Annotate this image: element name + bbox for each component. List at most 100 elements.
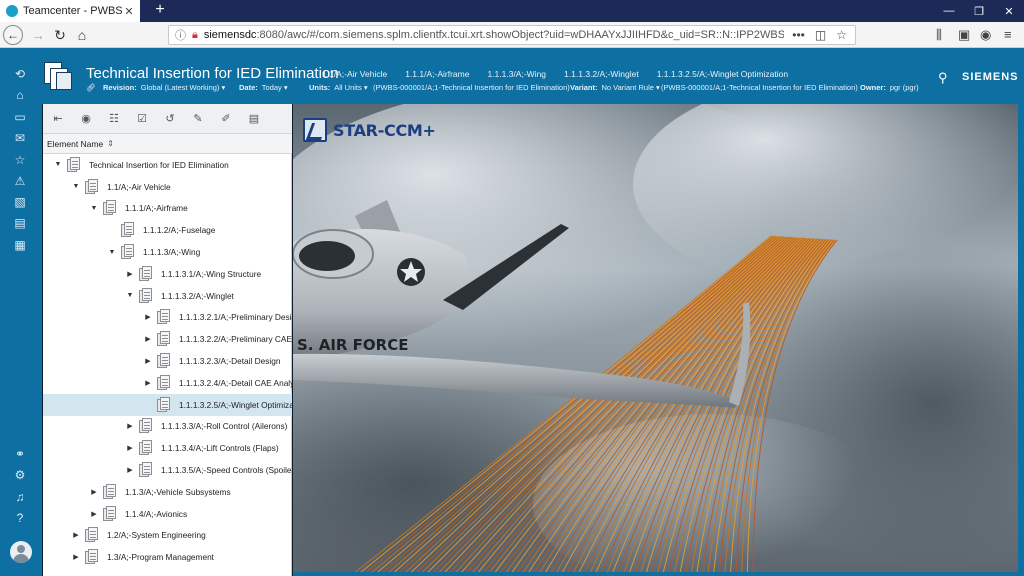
variant-label: Variant:	[570, 83, 598, 92]
tree-row[interactable]: ▶ 1.1.1.3.2.4/A;-Detail CAE Analysis	[43, 372, 292, 394]
teamcenter-favicon-icon	[6, 5, 18, 17]
new-tab-button[interactable]: +	[150, 1, 170, 19]
breadcrumb-item-winglet[interactable]: 1.1.1.3.2/A;-Winglet	[564, 69, 639, 79]
date-selector[interactable]: Date: Today ▾	[239, 83, 288, 92]
account-icon[interactable]: ◉	[980, 27, 991, 43]
collapse-chevron-icon[interactable]: ▼	[89, 205, 99, 212]
breadcrumb-item-winglet-optimization[interactable]: 1.1.1.3.2.5/A;-Winglet Optimization	[657, 69, 788, 79]
restore-window-button[interactable]: ❐	[964, 0, 994, 22]
column-header-element-name[interactable]: Element Name ⇕	[43, 134, 292, 154]
work-element-icon	[139, 462, 153, 478]
expand-chevron-icon[interactable]: ▶	[143, 335, 153, 343]
home-icon[interactable]: ⌂	[12, 87, 28, 103]
help-icon[interactable]: ?	[12, 510, 28, 526]
markup-icon[interactable]: ✐	[219, 112, 233, 126]
filter-icon[interactable]: ☷	[107, 112, 121, 126]
inbox-icon[interactable]: ✉	[12, 130, 28, 146]
variant-selector[interactable]: Variant: No Variant Rule ▾	[570, 83, 660, 92]
settings-gear-icon[interactable]: ⚙	[12, 467, 28, 483]
back-navigation-icon[interactable]: ⟲	[12, 66, 28, 82]
view-eye-icon[interactable]: ◉	[79, 112, 93, 126]
checklist-icon[interactable]: ☑	[135, 112, 149, 126]
close-tab-icon[interactable]: ✕	[122, 5, 136, 18]
print-icon[interactable]: ▤	[247, 112, 261, 126]
tree-row[interactable]: ▶ 1.1.4/A;-Avionics	[43, 503, 292, 525]
expand-chevron-icon[interactable]: ▶	[143, 379, 153, 387]
page-actions-icon[interactable]: •••	[792, 28, 805, 42]
tree-row[interactable]: ▶ 1.1.1.3.2.1/A;-Preliminary Design	[43, 307, 292, 329]
folder-icon[interactable]: ▭	[12, 109, 28, 125]
save-icon[interactable]: ▤	[12, 215, 28, 231]
toggle-panel-icon[interactable]: ⇤	[51, 112, 65, 126]
refresh-icon[interactable]: ↺	[163, 112, 177, 126]
tree-row[interactable]: ▼ 1.1.1.3.2/A;-Winglet	[43, 285, 292, 307]
breadcrumb: 1.1/A;-Air Vehicle 1.1.1/A;-Airframe 1.1…	[322, 69, 806, 79]
breadcrumb-item-wing[interactable]: 1.1.1.3/A;-Wing	[487, 69, 546, 79]
edit-pen-icon[interactable]: ✎	[191, 112, 205, 126]
notifications-bell-icon[interactable]: ♫	[12, 489, 28, 505]
collapse-chevron-icon[interactable]: ▼	[107, 249, 117, 256]
address-bar[interactable]: ⓘ 🔒︎ siemensdc:8080/awc/#/com.siemens.sp…	[168, 25, 856, 45]
tree-row[interactable]: ▶ 1.1.1.3.4/A;-Lift Controls (Flaps)	[43, 437, 292, 459]
browser-tab[interactable]: Teamcenter - PWBS-000001/A: ✕	[0, 0, 140, 22]
tree-row[interactable]: ▼ Technical Insertion for IED Elimination	[43, 154, 292, 176]
image-icon[interactable]: ▧	[12, 194, 28, 210]
menu-icon[interactable]: ≡	[1004, 27, 1012, 42]
tree-row[interactable]: ▼ 1.1.1.3/A;-Wing	[43, 241, 292, 263]
collapse-chevron-icon[interactable]: ▼	[125, 292, 135, 299]
work-element-icon	[157, 353, 171, 369]
report-icon[interactable]: ▦	[12, 237, 28, 253]
expand-chevron-icon[interactable]: ▶	[143, 313, 153, 321]
expand-chevron-icon[interactable]: ▶	[89, 488, 99, 496]
expand-chevron-icon[interactable]: ▶	[71, 531, 81, 539]
tree-row-label: 1.1.1.3.5/A;-Speed Controls (Spoilers)	[161, 465, 292, 476]
expand-chevron-icon[interactable]: ▶	[71, 553, 81, 561]
tree-row[interactable]: ▶ 1.1.1.3.2.2/A;-Preliminary CAE Analysis	[43, 328, 292, 350]
close-window-button[interactable]: ✕	[994, 0, 1024, 22]
units-label: Units:	[309, 83, 331, 92]
tree-row[interactable]: ▼ 1.1/A;-Air Vehicle	[43, 176, 292, 198]
tree-row[interactable]: ▶ 1.2/A;-System Engineering	[43, 525, 292, 547]
tree-row[interactable]: 1.1.1.3.2.5/A;-Winglet Optimization	[43, 393, 292, 416]
expand-chevron-icon[interactable]: ▶	[125, 422, 135, 430]
tree-row[interactable]: 1.1.1.2/A;-Fuselage	[43, 219, 292, 241]
expand-chevron-icon[interactable]: ▶	[89, 510, 99, 518]
library-icon[interactable]: ⫼	[936, 27, 942, 43]
reload-button[interactable]: ↻	[50, 25, 70, 45]
tree-row[interactable]: ▶ 1.1.3/A;-Vehicle Subsystems	[43, 481, 292, 503]
tree-row-label: 1.1.1.3.2.1/A;-Preliminary Design	[179, 312, 292, 323]
breadcrumb-item-airframe[interactable]: 1.1.1/A;-Airframe	[405, 69, 469, 79]
avatar[interactable]	[10, 541, 32, 563]
collapse-chevron-icon[interactable]: ▼	[71, 183, 81, 190]
tree-row[interactable]: ▶ 1.1.1.3.5/A;-Speed Controls (Spoilers)	[43, 459, 292, 481]
sidebar-icon[interactable]: ▣	[958, 27, 970, 43]
tree-row[interactable]: ▶ 1.1.1.3.2.3/A;-Detail Design	[43, 350, 292, 372]
3d-viewer[interactable]: S. AIR FORCE STAR-CCM+	[293, 104, 1018, 572]
network-icon[interactable]: ⚭	[12, 446, 28, 462]
expand-chevron-icon[interactable]: ▶	[125, 270, 135, 278]
expand-chevron-icon[interactable]: ▶	[143, 357, 153, 365]
units-selector[interactable]: Units: All Units ▾	[309, 83, 368, 92]
tree-row[interactable]: ▼ 1.1.1/A;-Airframe	[43, 198, 292, 220]
back-button[interactable]: ←	[3, 25, 23, 45]
bookmark-star-icon[interactable]: ☆	[836, 28, 847, 42]
expand-chevron-icon[interactable]: ▶	[125, 444, 135, 452]
tree-row[interactable]: ▶ 1.1.1.3.3/A;-Roll Control (Ailerons)	[43, 416, 292, 438]
sort-icon[interactable]: ⇕	[107, 139, 114, 148]
expand-chevron-icon[interactable]: ▶	[125, 466, 135, 474]
tree-row[interactable]: ▶ 1.1.1.3.1/A;-Wing Structure	[43, 263, 292, 285]
site-info-icon[interactable]: ⓘ	[175, 27, 186, 43]
url-text: siemensdc:8080/awc/#/com.siemens.splm.cl…	[204, 29, 784, 41]
star-ccm-logo-icon	[303, 118, 327, 142]
alert-icon[interactable]: ⚠	[12, 173, 28, 189]
breadcrumb-item-air-vehicle[interactable]: 1.1/A;-Air Vehicle	[322, 69, 387, 79]
pocket-icon[interactable]: ◫	[815, 28, 826, 42]
revision-selector[interactable]: Revision: Global (Latest Working) ▾	[103, 83, 225, 92]
favorites-star-icon[interactable]: ☆	[12, 152, 28, 168]
forward-button[interactable]: →	[28, 25, 48, 45]
collapse-chevron-icon[interactable]: ▼	[53, 161, 63, 168]
tree-row[interactable]: ▶ 1.3/A;-Program Management	[43, 546, 292, 568]
home-button[interactable]: ⌂	[72, 25, 92, 45]
minimize-window-button[interactable]: —	[934, 0, 964, 22]
search-icon[interactable]: ⚲	[938, 70, 948, 86]
